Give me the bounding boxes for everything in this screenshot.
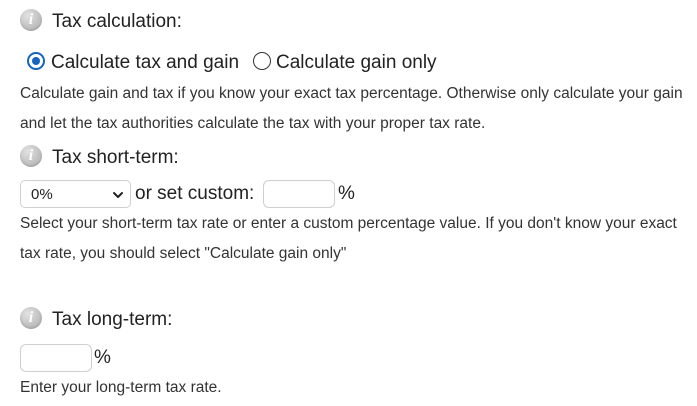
chevron-down-icon	[113, 192, 123, 198]
info-icon[interactable]: i	[20, 9, 42, 31]
calculate-tax-and-gain-label[interactable]: Calculate tax and gain	[51, 52, 239, 74]
calculate-gain-only-label[interactable]: Calculate gain only	[276, 52, 437, 74]
long-term-tax-input[interactable]	[20, 344, 92, 372]
info-icon[interactable]: i	[20, 145, 42, 167]
info-icon[interactable]: i	[20, 307, 42, 329]
calculate-tax-and-gain-radio[interactable]	[27, 52, 45, 70]
long-term-help-text: Enter your long-term tax rate.	[20, 379, 222, 396]
short-term-percent-sign: %	[338, 183, 355, 204]
tax-calculation-label: Tax calculation:	[52, 11, 182, 32]
short-term-select-value: 0%	[31, 186, 53, 203]
calculate-gain-only-radio[interactable]	[253, 52, 271, 70]
tax-long-term-label: Tax long-term:	[52, 309, 173, 330]
long-term-percent-sign: %	[94, 347, 111, 368]
short-term-custom-input[interactable]	[263, 180, 335, 208]
tax-short-term-label: Tax short-term:	[52, 147, 179, 168]
short-term-help-text: Select your short-term tax rate or enter…	[20, 215, 677, 262]
short-term-tax-rate-select[interactable]: 0%	[20, 180, 131, 208]
tax-calculation-help-text: Calculate gain and tax if you know your …	[20, 85, 683, 132]
or-set-custom-text: or set custom:	[135, 183, 255, 204]
